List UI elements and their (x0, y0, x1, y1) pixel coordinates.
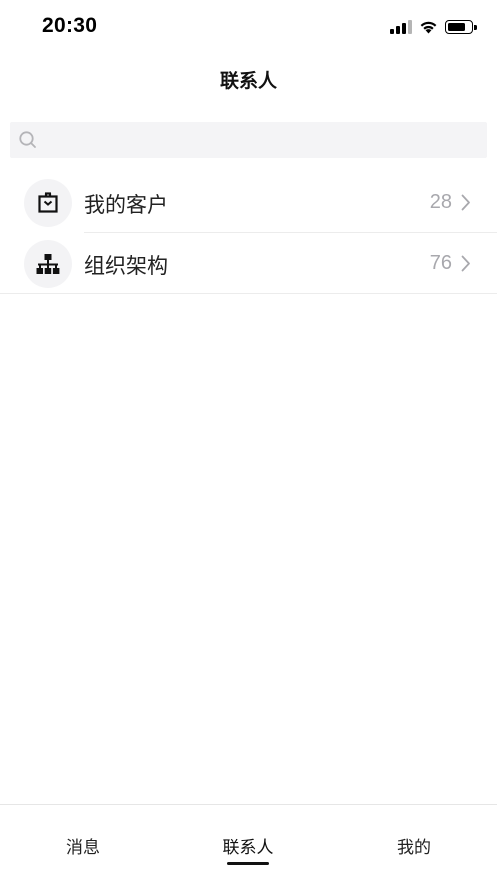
status-icons (390, 17, 477, 37)
status-bar: 20:30 (0, 0, 497, 54)
list-item-org-structure[interactable]: 组织架构 76 (0, 233, 497, 294)
contact-category-list: 我的客户 28 组织架构 76 (0, 172, 497, 294)
page-title: 联系人 (219, 70, 277, 92)
signal-icon (390, 20, 412, 34)
battery-icon (445, 20, 477, 34)
search-input[interactable] (10, 122, 487, 158)
chevron-right-icon (461, 194, 470, 211)
active-tab-indicator (227, 862, 269, 865)
wifi-icon (419, 20, 438, 34)
list-item-my-customers[interactable]: 我的客户 28 (0, 172, 497, 233)
avatar (24, 240, 72, 288)
tab-label: 联系人 (222, 838, 274, 858)
chevron-right-icon (461, 255, 470, 272)
list-item-label: 我的客户 (84, 193, 168, 217)
contacts-screen: 20:30 联系人 我的客户 28 组织架构 76 消息 联系人 我的 (0, 0, 497, 883)
customer-bag-icon (38, 192, 58, 213)
org-chart-icon (36, 254, 60, 274)
tab-me[interactable]: 我的 (331, 805, 497, 883)
tab-label: 我的 (397, 838, 431, 858)
status-time: 20:30 (42, 14, 98, 37)
divider (0, 293, 497, 294)
list-item-label: 组织架构 (84, 254, 168, 278)
list-item-count: 76 (429, 252, 452, 274)
tab-bar: 消息 联系人 我的 (0, 804, 497, 883)
tab-contacts[interactable]: 联系人 (165, 805, 331, 883)
tab-label: 消息 (66, 838, 100, 858)
avatar (24, 179, 72, 227)
list-item-count: 28 (429, 191, 452, 213)
tab-messages[interactable]: 消息 (0, 805, 166, 883)
search-icon (19, 131, 36, 148)
